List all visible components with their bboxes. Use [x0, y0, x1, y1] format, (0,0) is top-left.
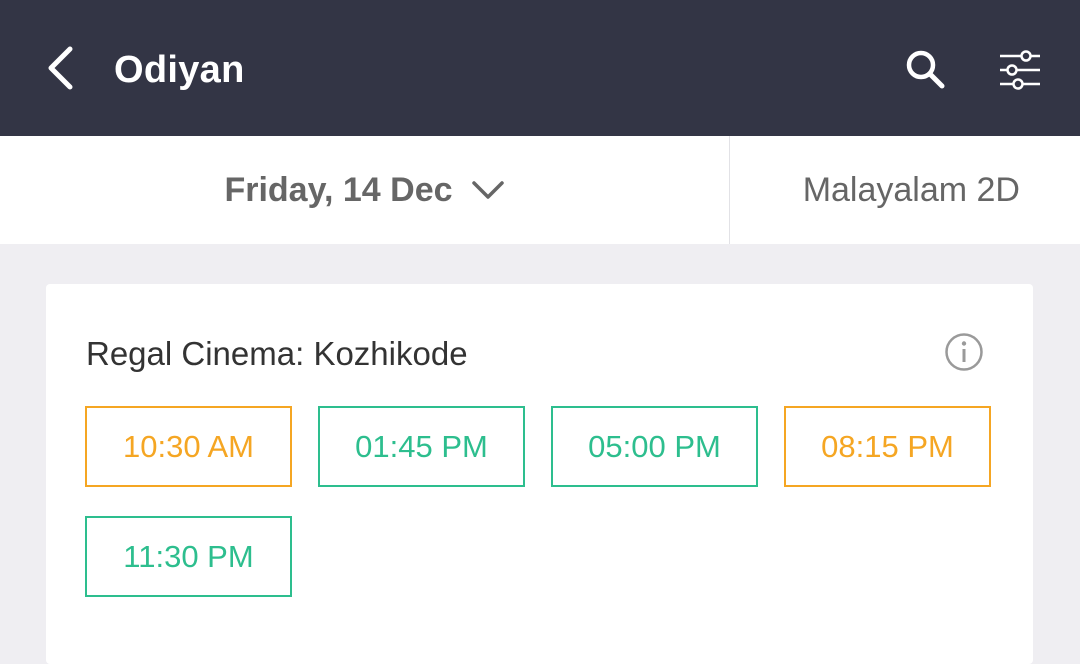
format-selector[interactable]: Malayalam 2D: [730, 136, 1080, 244]
date-selector[interactable]: Friday, 14 Dec: [0, 136, 729, 244]
info-icon[interactable]: [944, 332, 984, 372]
app-bar: Odiyan: [0, 0, 1080, 136]
showtime-button[interactable]: 10:30 AM: [85, 406, 292, 487]
showtime-button[interactable]: 01:45 PM: [318, 406, 525, 487]
showtime-button[interactable]: 11:30 PM: [85, 516, 292, 597]
search-icon: [906, 50, 945, 89]
cinema-card: Regal Cinema: Kozhikode 10:30 AM 01:45 P…: [46, 284, 1033, 664]
search-button[interactable]: [896, 40, 956, 100]
back-button[interactable]: [30, 38, 90, 98]
date-label: Friday, 14 Dec: [224, 170, 453, 209]
format-label: Malayalam 2D: [802, 170, 1020, 209]
chevron-left-icon: [48, 46, 73, 90]
page-title: Odiyan: [114, 49, 245, 91]
sliders-icon: [1000, 50, 1040, 90]
showtime-button[interactable]: 08:15 PM: [784, 406, 991, 487]
filter-bar: Friday, 14 Dec Malayalam 2D: [0, 136, 1080, 244]
cinema-name[interactable]: Regal Cinema: Kozhikode: [86, 334, 468, 374]
showtime-button[interactable]: 05:00 PM: [551, 406, 758, 487]
chevron-down-icon: [471, 179, 505, 201]
filter-button[interactable]: [990, 40, 1050, 100]
